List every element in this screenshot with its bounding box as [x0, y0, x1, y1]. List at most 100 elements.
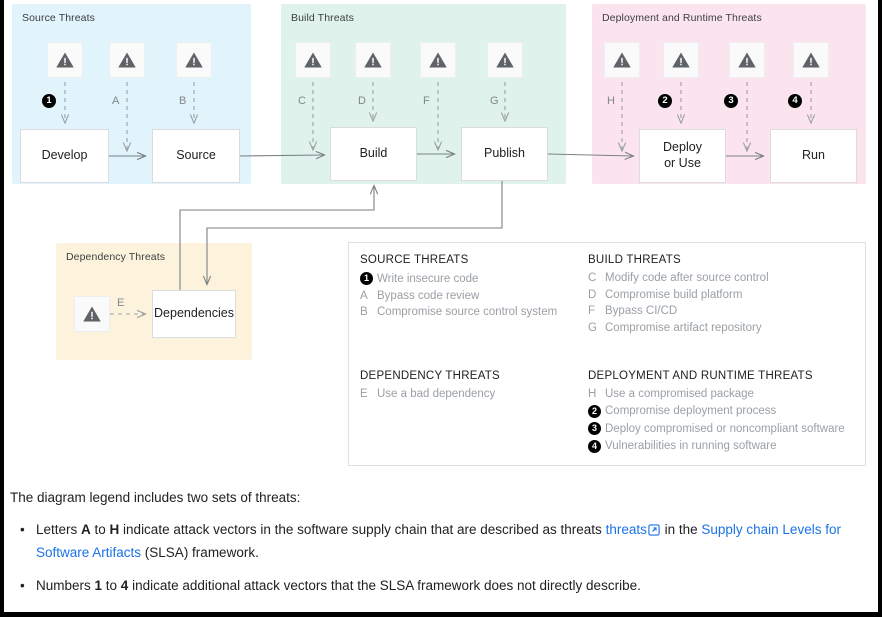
marker-C: C — [298, 95, 306, 107]
legend-item-text: Compromise artifact repository — [605, 321, 762, 334]
warning-triangle-icon — [47, 42, 83, 78]
node-deploy-line2: or Use — [664, 156, 701, 170]
node-build: Build — [330, 127, 417, 181]
prose-intro: The diagram legend includes two sets of … — [10, 490, 301, 505]
legend-item-text: Vulnerabilities in running software — [605, 440, 777, 452]
node-source: Source — [152, 129, 240, 183]
legend-group-deployment-runtime-threats: DEPLOYMENT AND RUNTIME THREATS H Use a c… — [588, 370, 860, 457]
marker-G: G — [490, 95, 499, 107]
warning-triangle-icon — [729, 42, 765, 78]
marker-D: D — [358, 95, 366, 107]
legend-item: F Bypass CI/CD — [588, 305, 860, 317]
warning-triangle-icon — [793, 42, 829, 78]
legend-item: H Use a compromised package — [588, 388, 860, 400]
node-dependencies-label: Dependencies — [154, 306, 234, 321]
legend-group-dependency-threats: DEPENDENCY THREATS E Use a bad dependenc… — [360, 370, 582, 405]
node-run-label: Run — [802, 148, 825, 163]
legend-key-2: 2 — [588, 404, 605, 418]
warning-triangle-icon — [295, 42, 331, 78]
legend-key-D: D — [588, 288, 597, 301]
node-publish-label: Publish — [484, 146, 525, 161]
marker-B: B — [179, 95, 187, 107]
legend-item: 3 Deploy compromised or noncompliant sof… — [588, 422, 860, 435]
threats-link[interactable]: threats — [606, 522, 647, 537]
legend-key-B: B — [360, 306, 368, 318]
legend-key-C: C — [588, 272, 597, 284]
diagram-canvas: Source Threats Build Threats Deployment … — [4, 0, 878, 612]
legend-item-text: Deploy compromised or noncompliant softw… — [605, 422, 845, 435]
node-dependencies: Dependencies — [152, 290, 236, 338]
node-build-label: Build — [359, 146, 388, 161]
legend-item: C Modify code after source control — [588, 272, 860, 284]
bold-letter-a: A — [81, 522, 91, 538]
prose-bullet-letters: Letters A to H indicate attack vectors i… — [20, 520, 870, 563]
warning-triangle-icon — [355, 42, 391, 78]
legend-item: G Compromise artifact repository — [588, 322, 860, 334]
prose-bullet-numbers: Numbers 1 to 4 indicate additional attac… — [20, 576, 870, 597]
node-run: Run — [770, 129, 857, 183]
legend-key-G: G — [588, 321, 597, 334]
legend-item: 4 Vulnerabilities in running software — [588, 439, 860, 453]
node-publish: Publish — [461, 127, 548, 181]
legend-item-text: Write insecure code — [377, 272, 479, 285]
legend-group-title: DEPENDENCY THREATS — [360, 370, 500, 382]
legend-group-source-threats: SOURCE THREATS 1 Write insecure code A B… — [360, 254, 582, 323]
diagram-legend: SOURCE THREATS 1 Write insecure code A B… — [348, 242, 866, 466]
legend-item: 2 Compromise deployment process — [588, 404, 860, 418]
marker-3: 3 — [724, 94, 738, 108]
text-fragment: in the — [660, 522, 702, 538]
node-deploy-or-use: Deploy or Use — [639, 129, 726, 183]
warning-triangle-icon — [74, 296, 110, 332]
warning-triangle-icon — [663, 42, 699, 78]
legend-group-title: DEPLOYMENT AND RUNTIME THREATS — [588, 370, 813, 382]
warning-triangle-icon — [604, 42, 640, 78]
warning-triangle-icon — [487, 42, 523, 78]
legend-key-F: F — [588, 305, 596, 317]
legend-group-title: SOURCE THREATS — [360, 254, 469, 266]
text-fragment: indicate attack vectors in the software … — [119, 522, 606, 538]
text-fragment: indicate additional attack vectors that … — [128, 577, 641, 593]
legend-item-text: Compromise build platform — [605, 288, 743, 301]
node-develop-label: Develop — [41, 148, 88, 163]
marker-1: 1 — [42, 94, 56, 108]
legend-key-4: 4 — [588, 439, 605, 453]
node-source-label: Source — [176, 148, 216, 163]
legend-item: E Use a bad dependency — [360, 388, 582, 400]
legend-key-E: E — [360, 388, 368, 400]
legend-item-text: Compromise source control system — [377, 306, 558, 318]
page-root: Source Threats Build Threats Deployment … — [0, 0, 882, 617]
legend-key-H: H — [588, 388, 597, 400]
legend-item: 1 Write insecure code — [360, 272, 582, 285]
marker-H: H — [607, 95, 615, 107]
legend-group-build-threats: BUILD THREATS C Modify code after source… — [588, 254, 860, 338]
legend-key-1: 1 — [360, 272, 377, 285]
text-fragment: (SLSA) framework. — [141, 544, 259, 560]
legend-key-3: 3 — [588, 422, 605, 435]
marker-4: 4 — [788, 94, 802, 108]
text-fragment: Numbers — [36, 577, 95, 593]
legend-item: D Compromise build platform — [588, 289, 860, 301]
marker-F: F — [423, 95, 430, 107]
external-link-icon — [648, 522, 660, 542]
text-fragment: to — [102, 577, 121, 593]
bold-number-1: 1 — [94, 577, 103, 593]
legend-item-text: Modify code after source control — [605, 272, 769, 284]
bold-letter-h: H — [109, 522, 120, 538]
prose-bullet-list: Letters A to H indicate attack vectors i… — [10, 520, 870, 596]
node-deploy-label: Deploy or Use — [663, 140, 702, 171]
legend-key-A: A — [360, 289, 368, 302]
warning-triangle-icon — [109, 42, 145, 78]
node-deploy-line1: Deploy — [663, 140, 702, 155]
legend-item-text: Use a compromised package — [605, 388, 754, 400]
marker-A: A — [112, 95, 120, 107]
warning-triangle-icon — [420, 42, 456, 78]
explanatory-text: The diagram legend includes two sets of … — [10, 488, 870, 609]
text-fragment: Letters — [36, 522, 82, 538]
text-fragment: to — [90, 522, 110, 538]
marker-E: E — [117, 297, 125, 309]
legend-item-text: Compromise deployment process — [605, 405, 777, 417]
legend-group-title: BUILD THREATS — [588, 254, 681, 266]
marker-2: 2 — [658, 94, 672, 108]
legend-item-text: Bypass code review — [377, 289, 480, 302]
warning-triangle-icon — [176, 42, 212, 78]
